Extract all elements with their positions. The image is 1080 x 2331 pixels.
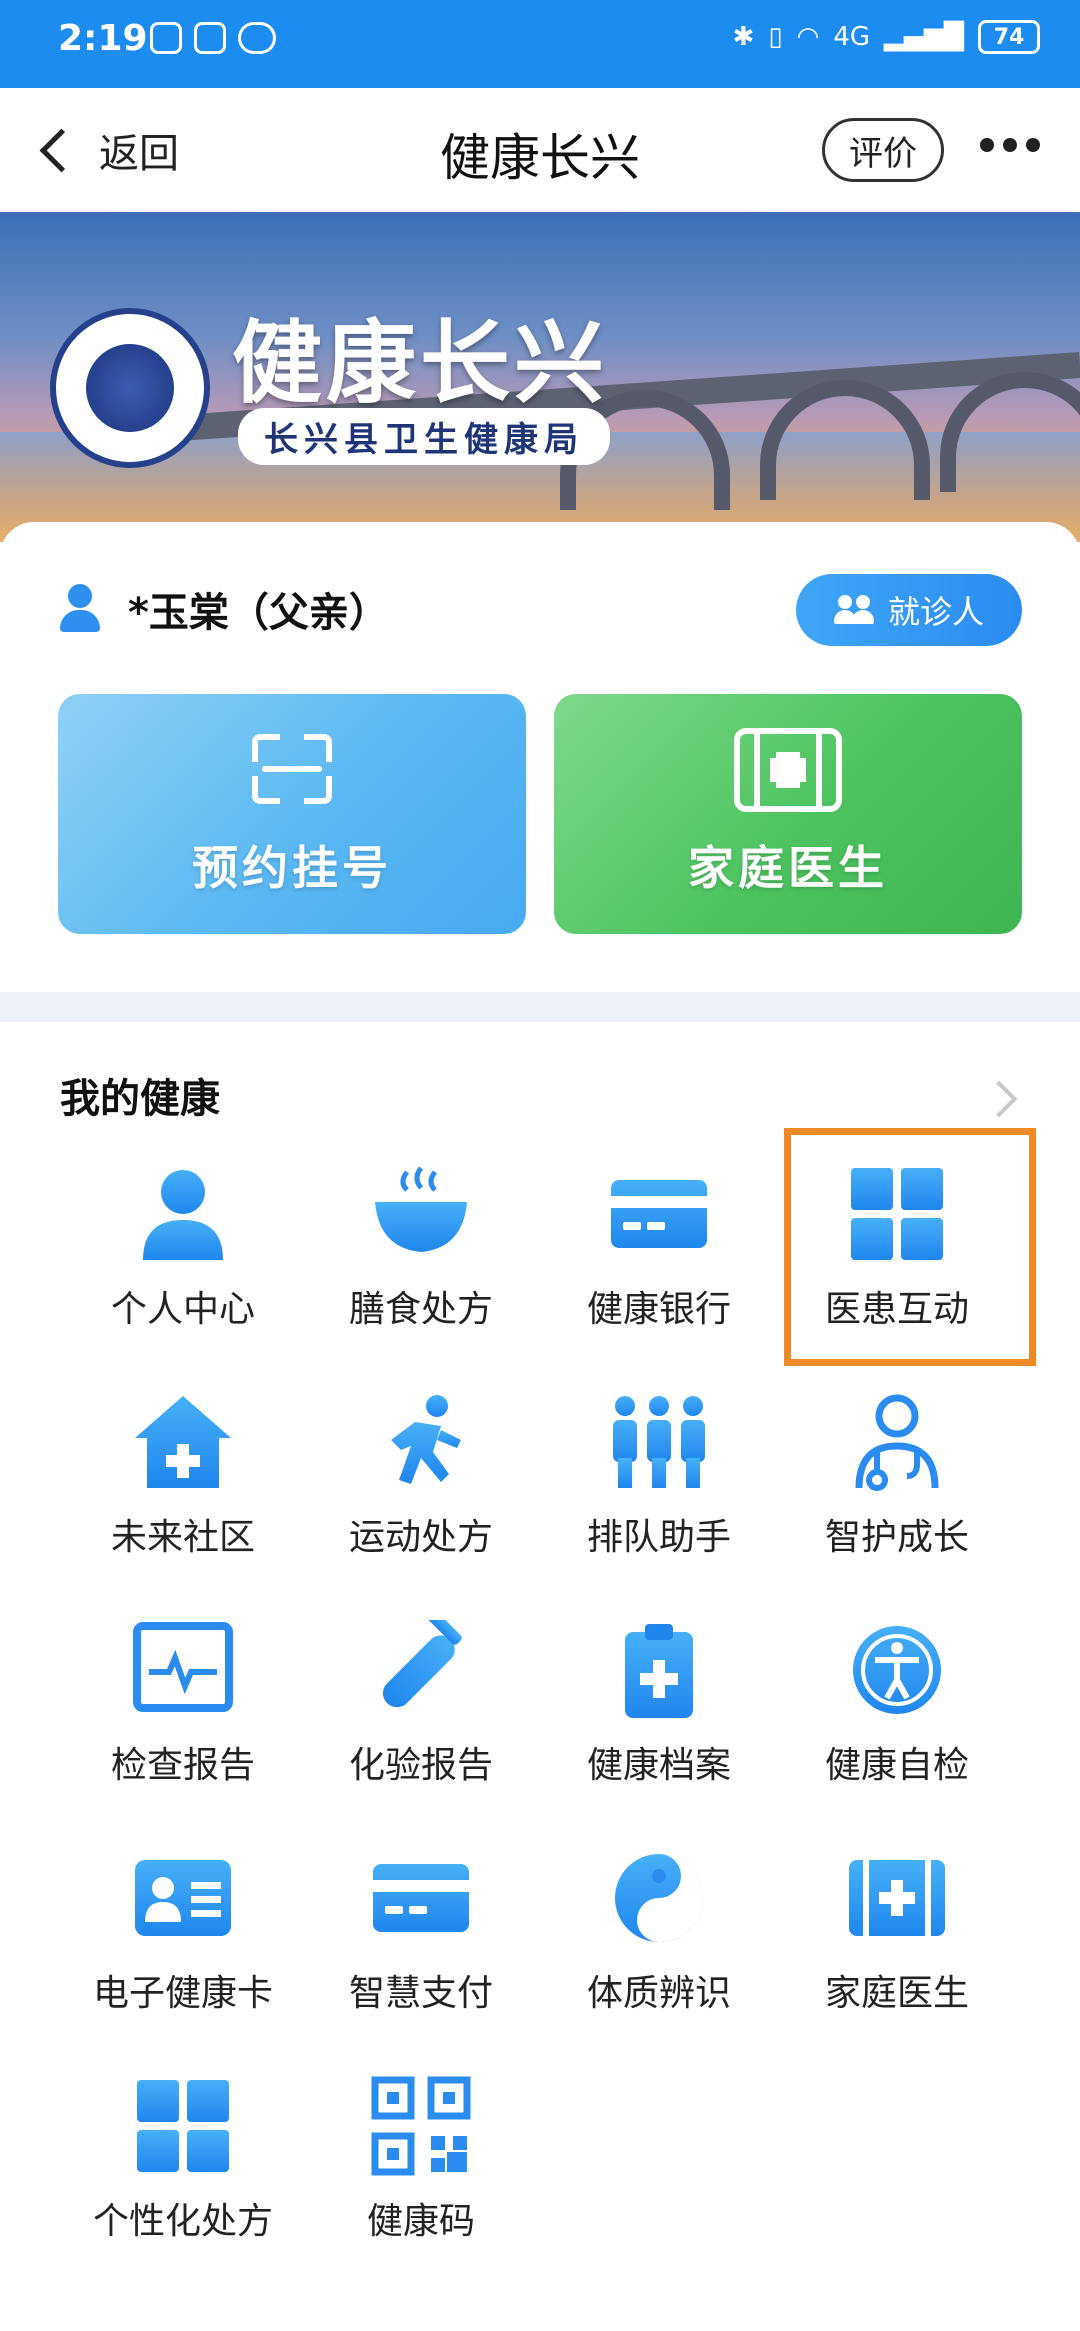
family-doctor-tile[interactable]: 家庭医生 bbox=[554, 694, 1022, 934]
patient-name: *玉棠（父亲） bbox=[128, 590, 389, 636]
grid-item-label: 智护成长 bbox=[824, 1517, 969, 1558]
grid-item-smart-payment[interactable]: 智慧支付 bbox=[306, 1812, 536, 2032]
status-bar: 2:19 ✱ ▯ ◠ 4G ▂▄▆█ 74 bbox=[0, 0, 1080, 88]
clipboard-plus-icon bbox=[625, 1624, 693, 1718]
running-icon bbox=[391, 1395, 461, 1484]
battery-icon: 74 bbox=[978, 20, 1040, 54]
grid-item-label: 医患互动 bbox=[824, 1289, 969, 1330]
grid-item-label: 健康档案 bbox=[586, 1745, 731, 1786]
eye-icon bbox=[238, 22, 276, 54]
more-options-icon[interactable] bbox=[980, 138, 1040, 152]
grid-item-health-record[interactable]: 健康档案 bbox=[544, 1584, 774, 1804]
person-icon bbox=[143, 1170, 223, 1260]
tile-label: 家庭医生 bbox=[688, 841, 888, 895]
user-icon bbox=[58, 584, 102, 634]
house-plus-icon bbox=[135, 1396, 231, 1488]
grid-item-constitution-identification[interactable]: 体质辨识 bbox=[544, 1812, 774, 2032]
bluetooth-icon: ✱ bbox=[732, 22, 755, 52]
payment-card-icon bbox=[373, 1864, 469, 1932]
grid-item-personal-center[interactable]: 个人中心 bbox=[68, 1128, 298, 1348]
status-time: 2:19 bbox=[58, 18, 148, 59]
grid-item-label: 健康银行 bbox=[586, 1289, 731, 1330]
location-icon bbox=[150, 22, 182, 54]
grid-item-queue-assistant[interactable]: 排队助手 bbox=[544, 1356, 774, 1576]
rate-button[interactable]: 评价 bbox=[822, 118, 944, 182]
scan-icon bbox=[252, 734, 332, 804]
medkit-icon bbox=[734, 728, 842, 812]
banner-subtitle: 长兴县卫生健康局 bbox=[238, 408, 610, 465]
vibrate-icon: ▯ bbox=[768, 22, 783, 52]
grid-item-diet-prescription[interactable]: 膳食处方 bbox=[306, 1128, 536, 1348]
section-divider bbox=[0, 992, 1080, 1022]
visitor-button-label: 就诊人 bbox=[887, 593, 984, 631]
qr-code-icon bbox=[371, 2076, 471, 2176]
doctor-icon bbox=[855, 1394, 939, 1491]
bowl-icon bbox=[375, 1166, 467, 1252]
grid-item-label: 化验报告 bbox=[348, 1745, 493, 1786]
wifi-icon: ◠ bbox=[796, 22, 820, 52]
grid-item-health-code[interactable]: 健康码 bbox=[306, 2040, 536, 2260]
section-title: 我的健康 bbox=[60, 1076, 220, 1122]
grid-item-electronic-health-card[interactable]: 电子健康卡 bbox=[68, 1812, 298, 2032]
grid-item-label: 电子健康卡 bbox=[92, 1973, 273, 2014]
grid-item-label: 个人中心 bbox=[110, 1289, 255, 1330]
grid-item-label: 未来社区 bbox=[110, 1517, 255, 1558]
grid-item-family-doctor[interactable]: 家庭医生 bbox=[782, 1812, 1012, 2032]
grid-item-examination-report[interactable]: 检查报告 bbox=[68, 1584, 298, 1804]
grid-item-health-bank[interactable]: 健康银行 bbox=[544, 1128, 774, 1348]
patient-card: *玉棠（父亲） 就诊人 预约挂号 家庭医生 bbox=[0, 522, 1080, 992]
grid-item-label: 家庭医生 bbox=[824, 1973, 969, 2014]
grid-item-label: 健康码 bbox=[366, 2201, 475, 2242]
app-notification-icon bbox=[194, 22, 226, 54]
network-type: 4G bbox=[833, 22, 871, 52]
grid-item-label: 体质辨识 bbox=[586, 1973, 731, 2014]
grid-item-lab-report[interactable]: 化验报告 bbox=[306, 1584, 536, 1804]
grid-item-smart-care-growth[interactable]: 智护成长 bbox=[782, 1356, 1012, 1576]
grid-icon bbox=[137, 2080, 229, 2172]
grid-icon bbox=[851, 1168, 943, 1260]
status-notification-icons bbox=[150, 22, 276, 54]
accessibility-icon bbox=[853, 1626, 941, 1714]
chevron-right-icon[interactable] bbox=[980, 1080, 1018, 1118]
status-right: ✱ ▯ ◠ 4G ▂▄▆█ 74 bbox=[733, 20, 1040, 54]
card-icon bbox=[611, 1180, 707, 1248]
grid-item-future-community[interactable]: 未来社区 bbox=[68, 1356, 298, 1576]
test-tube-icon bbox=[382, 1620, 462, 1708]
health-bureau-logo bbox=[50, 308, 210, 468]
appointment-booking-tile[interactable]: 预约挂号 bbox=[58, 694, 526, 934]
medkit-icon bbox=[849, 1860, 945, 1936]
grid-item-exercise-prescription[interactable]: 运动处方 bbox=[306, 1356, 536, 1576]
grid-item-label: 检查报告 bbox=[110, 1745, 255, 1786]
grid-item-health-self-check[interactable]: 健康自检 bbox=[782, 1584, 1012, 1804]
id-card-icon bbox=[135, 1860, 231, 1936]
grid-item-personalized-prescription[interactable]: 个性化处方 bbox=[68, 2040, 298, 2260]
grid-item-label: 健康自检 bbox=[824, 1745, 969, 1786]
yin-yang-icon bbox=[615, 1854, 703, 1942]
monitor-pulse-icon bbox=[133, 1622, 233, 1712]
grid-item-label: 运动处方 bbox=[348, 1517, 493, 1558]
grid-item-label: 膳食处方 bbox=[348, 1289, 493, 1330]
grid-item-label: 智慧支付 bbox=[348, 1973, 493, 2014]
queue-icon bbox=[613, 1396, 705, 1488]
visitor-button[interactable]: 就诊人 bbox=[796, 574, 1022, 646]
grid-item-doctor-patient-interaction[interactable]: 医患互动 bbox=[782, 1128, 1012, 1348]
bridge-arch bbox=[940, 372, 1080, 492]
grid-item-label: 排队助手 bbox=[586, 1517, 731, 1558]
users-icon bbox=[833, 595, 876, 625]
nav-bar: 返回 健康长兴 评价 bbox=[0, 88, 1080, 213]
banner: 健康长兴 长兴县卫生健康局 bbox=[0, 212, 1080, 542]
grid-item-label: 个性化处方 bbox=[92, 2201, 273, 2242]
my-health-section: 我的健康 个人中心 膳食处方 健康银行 医患互动 未来社区 运动处方 排队助手 … bbox=[0, 1022, 1080, 2331]
banner-title: 健康长兴 bbox=[232, 310, 608, 416]
tile-label: 预约挂号 bbox=[192, 841, 392, 895]
signal-icon: ▂▄▆█ bbox=[884, 22, 964, 52]
